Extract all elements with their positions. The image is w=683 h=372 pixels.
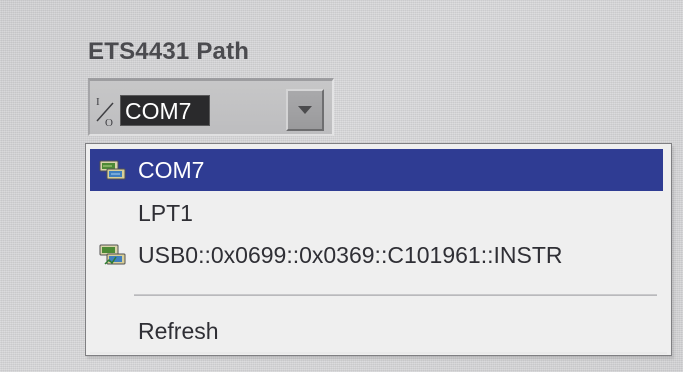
serial-port-icon: [99, 157, 129, 183]
menu-divider: [134, 294, 657, 296]
menu-item-lpt1[interactable]: LPT1: [90, 192, 663, 234]
svg-text:O: O: [105, 117, 113, 129]
menu-item-label: USB0::0x0699::0x0369::C101961::INSTR: [138, 242, 563, 268]
path-value[interactable]: COM7: [120, 95, 210, 126]
menu-bottom-edge: [90, 352, 667, 354]
io-icon: I O: [94, 93, 118, 131]
menu-item-label: COM7: [138, 157, 205, 183]
menu-item-refresh[interactable]: Refresh: [90, 310, 663, 352]
menu-item-usb-instrument[interactable]: USB0::0x0699::0x0369::C101961::INSTR: [90, 234, 663, 276]
path-control[interactable]: I O COM7: [88, 78, 334, 136]
chevron-down-icon: [298, 106, 312, 114]
menu-item-com7[interactable]: COM7: [90, 149, 663, 191]
control-label: ETS4431 Path: [88, 38, 250, 65]
usb-instrument-icon: [99, 242, 129, 268]
svg-text:I: I: [96, 96, 100, 108]
menu-item-label: Refresh: [138, 318, 219, 344]
menu-item-label: LPT1: [138, 200, 193, 226]
dropdown-menu: COM7 LPT1 USB0::0x0699::0x0369::C101961:…: [85, 143, 672, 356]
dropdown-button[interactable]: [286, 89, 324, 131]
